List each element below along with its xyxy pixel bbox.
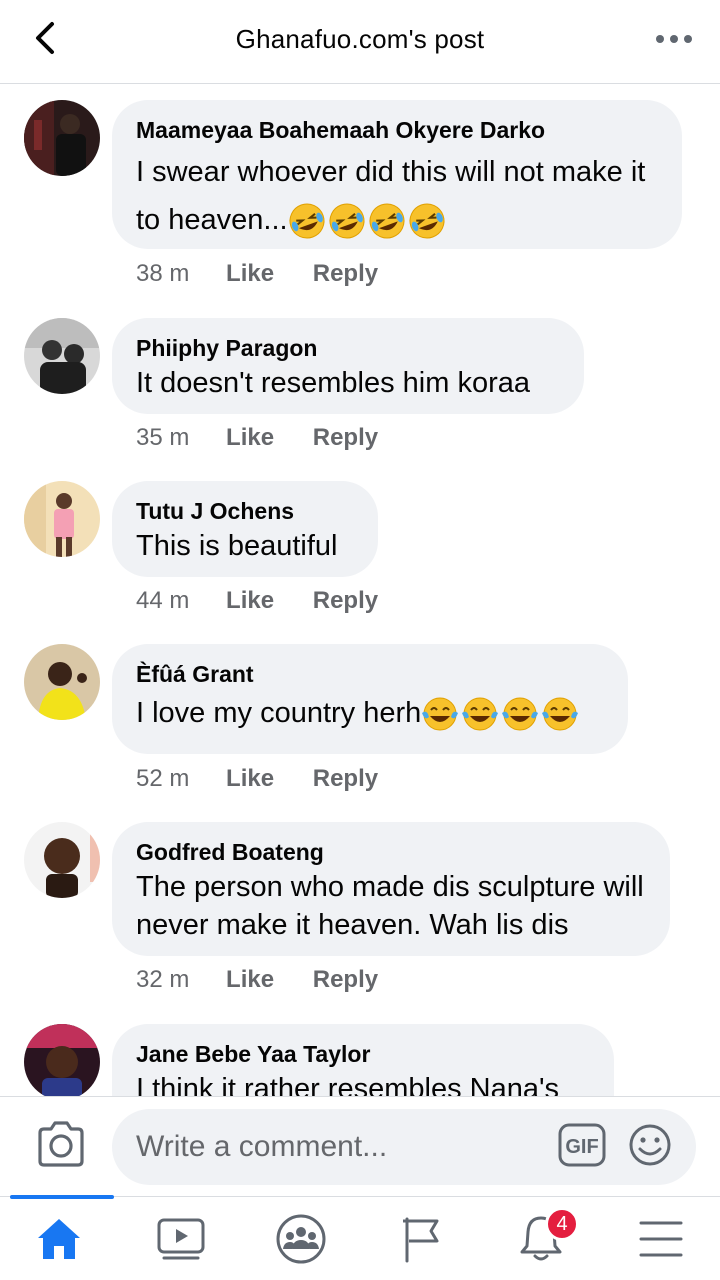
tears-of-joy-emoji-icon: [421, 695, 579, 733]
avatar[interactable]: [24, 1024, 100, 1096]
reply-button[interactable]: Reply: [313, 765, 378, 793]
bottom-nav: [0, 1195, 720, 1280]
comment-text: I think it rather resembles Nana's: [136, 1073, 559, 1096]
comment-actions: 32 m Like Reply: [136, 966, 378, 994]
rolling-laughing-emoji-icon: [288, 202, 446, 240]
like-button[interactable]: Like: [226, 765, 274, 793]
like-button[interactable]: Like: [226, 424, 274, 452]
post-header: Ghanafuo.com's post: [0, 0, 720, 84]
comment-list[interactable]: Maameyaa Boahemaah Okyere Darko I swear …: [0, 84, 720, 1096]
comment-bubble[interactable]: Maameyaa Boahemaah Okyere Darko I swear …: [112, 100, 682, 249]
comment-text: The person who made dis sculpture will n…: [136, 871, 644, 941]
comment-actions: 35 m Like Reply: [136, 424, 378, 452]
comment-bubble[interactable]: Èfûá Grant I love my country herh: [112, 644, 628, 754]
pages-flag-icon[interactable]: [366, 1197, 476, 1280]
like-button[interactable]: Like: [226, 587, 274, 615]
comment-composer: GIF: [0, 1096, 720, 1196]
more-options-icon[interactable]: [654, 24, 694, 54]
comment-text: This is beautiful: [136, 530, 338, 562]
comment-text: It doesn't resembles him koraa: [136, 367, 530, 399]
groups-icon[interactable]: [246, 1197, 356, 1280]
comment-time: 38 m: [136, 260, 190, 287]
avatar[interactable]: [24, 644, 100, 720]
comment-time: 32 m: [136, 966, 190, 993]
avatar[interactable]: [24, 318, 100, 394]
gif-icon[interactable]: GIF: [558, 1123, 606, 1167]
reply-button[interactable]: Reply: [313, 966, 378, 994]
comment-input[interactable]: [112, 1109, 696, 1185]
comment-text: I love my country herh: [136, 697, 422, 729]
comment-bubble[interactable]: Godfred Boateng The person who made dis …: [112, 822, 670, 956]
comment-time: 52 m: [136, 765, 190, 792]
comment-bubble[interactable]: Jane Bebe Yaa Taylor I think it rather r…: [112, 1024, 614, 1096]
comment-author[interactable]: Èfûá Grant: [136, 660, 604, 688]
page-title: Ghanafuo.com's post: [235, 24, 485, 54]
notifications-bell-icon[interactable]: [486, 1197, 596, 1280]
notification-badge: 4: [545, 1207, 579, 1241]
avatar[interactable]: [24, 481, 100, 557]
comment-author[interactable]: Phiiphy Paragon: [136, 334, 560, 362]
like-button[interactable]: Like: [226, 260, 274, 288]
comment-bubble[interactable]: Phiiphy Paragon It doesn't resembles him…: [112, 318, 584, 414]
gif-label: GIF: [565, 1136, 598, 1158]
like-button[interactable]: Like: [226, 966, 274, 994]
reply-button[interactable]: Reply: [313, 260, 378, 288]
comment-actions: 52 m Like Reply: [136, 765, 378, 793]
comment-bubble[interactable]: Tutu J Ochens This is beautiful: [112, 481, 378, 577]
avatar[interactable]: [24, 822, 100, 898]
comment-author[interactable]: Tutu J Ochens: [136, 497, 354, 525]
comment-author[interactable]: Maameyaa Boahemaah Okyere Darko: [136, 116, 658, 144]
comment-author[interactable]: Godfred Boateng: [136, 838, 646, 866]
menu-icon[interactable]: [606, 1197, 716, 1280]
comment-actions: 44 m Like Reply: [136, 587, 378, 615]
avatar[interactable]: [24, 100, 100, 176]
home-icon[interactable]: [4, 1195, 114, 1280]
comment-actions: 38 m Like Reply: [136, 260, 378, 288]
reply-button[interactable]: Reply: [313, 587, 378, 615]
comment-author[interactable]: Jane Bebe Yaa Taylor: [136, 1040, 590, 1068]
camera-icon[interactable]: [36, 1121, 86, 1167]
comment-time: 44 m: [136, 587, 190, 614]
reply-button[interactable]: Reply: [313, 424, 378, 452]
comment-time: 35 m: [136, 424, 190, 451]
emoji-icon[interactable]: [628, 1123, 672, 1167]
watch-icon[interactable]: [126, 1197, 236, 1280]
